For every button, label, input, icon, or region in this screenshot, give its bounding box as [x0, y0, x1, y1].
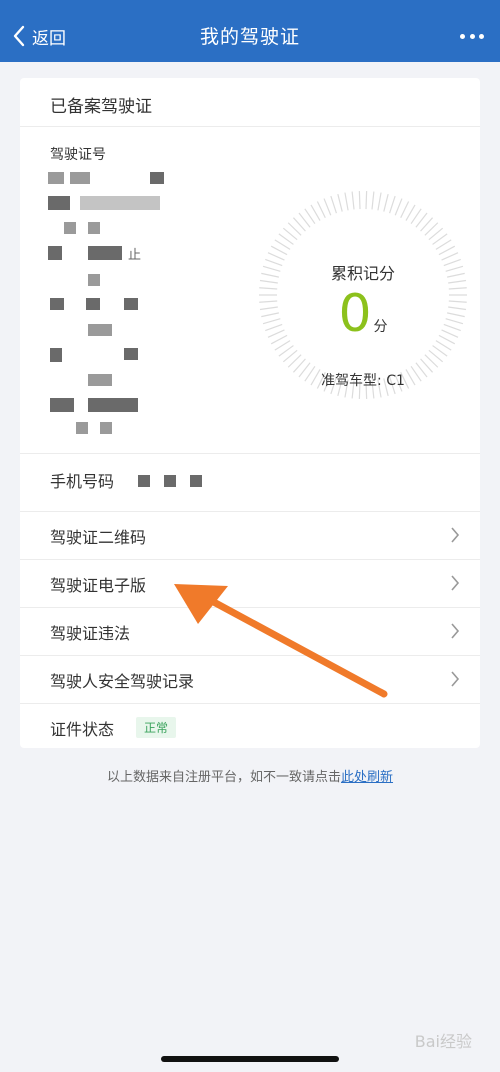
divider — [20, 126, 480, 127]
menu-item-label: 驾驶证二维码 — [50, 527, 147, 547]
annotation-arrow — [174, 584, 388, 698]
partial-text: 止 — [128, 248, 142, 263]
gauge-tick — [323, 198, 332, 216]
chevron-right-icon — [450, 623, 460, 639]
status-badge: 正常 — [136, 717, 177, 738]
gauge-tick — [310, 204, 321, 221]
status-row: 证件状态 正常 — [20, 704, 480, 751]
redacted-block — [138, 475, 150, 487]
redacted-block — [86, 298, 100, 310]
redacted-block — [48, 172, 64, 184]
redacted-block — [124, 298, 138, 310]
divider — [20, 453, 480, 454]
gauge-tick — [394, 198, 403, 216]
redacted-block — [50, 348, 62, 362]
gauge-tick — [274, 239, 291, 250]
gauge-tick — [267, 252, 285, 261]
gauge-tick — [400, 201, 410, 218]
redacted-block — [190, 475, 202, 487]
redacted-block — [124, 348, 138, 360]
gauge-tick — [344, 192, 349, 211]
gauge-tick — [358, 191, 361, 210]
home-indicator — [161, 1056, 339, 1062]
redacted-block — [80, 196, 160, 210]
more-button[interactable] — [460, 26, 484, 46]
redacted-block — [88, 398, 138, 412]
menu-item-qr-code[interactable]: 驾驶证二维码 — [20, 512, 480, 559]
score-unit: 分 — [373, 319, 388, 335]
redacted-block — [76, 422, 88, 434]
gauge-tick — [371, 191, 375, 210]
gauge-tick — [365, 191, 368, 210]
gauge-tick — [383, 193, 389, 212]
refresh-link[interactable]: 此处刷新 — [341, 770, 393, 785]
redacted-block — [88, 324, 112, 336]
redacted-block — [48, 246, 62, 260]
page-title: 我的驾驶证 — [199, 26, 300, 48]
chevron-right-icon — [450, 527, 460, 543]
watermark: Bai经验 — [414, 1032, 472, 1051]
footer-text: 以上数据来自注册平台，如不一致请点击 — [106, 770, 341, 785]
gauge-tick — [337, 193, 343, 212]
gauge-tick — [435, 239, 452, 250]
gauge-tick — [410, 208, 422, 225]
redacted-block — [50, 398, 74, 412]
gauge-tick — [405, 204, 416, 221]
license-number-label: 驾驶证号 — [50, 147, 106, 163]
redacted-block — [64, 222, 76, 234]
score-title: 累积记分 — [330, 264, 395, 283]
redacted-block — [100, 422, 112, 434]
gauge-tick — [304, 208, 316, 225]
redacted-block — [88, 274, 100, 286]
redacted-block — [150, 172, 164, 184]
vehicle-type: 准驾车型: C1 — [321, 373, 405, 389]
redacted-block — [88, 246, 122, 260]
redacted-block — [88, 222, 100, 234]
redacted-block — [48, 196, 70, 210]
gauge-tick — [351, 191, 355, 210]
menu-item-label: 驾驶证违法 — [50, 623, 131, 643]
footer-note: 以上数据来自注册平台，如不一致请点击此处刷新 — [0, 766, 500, 785]
section-title: 已备案驾驶证 — [50, 97, 152, 117]
redacted-block — [88, 374, 112, 386]
gauge-tick — [270, 245, 288, 256]
redacted-block — [164, 475, 176, 487]
score-value: 0 — [338, 284, 372, 344]
status-label: 证件状态 — [50, 719, 115, 739]
score-display: 0分 — [258, 284, 468, 344]
phone-row: 手机号码 — [20, 456, 480, 503]
gauge-tick — [377, 192, 382, 211]
redacted-block — [50, 298, 64, 310]
chevron-right-icon — [450, 671, 460, 687]
gauge-tick — [330, 195, 337, 214]
gauge-tick — [389, 195, 396, 214]
more-dots-icon — [460, 33, 465, 39]
gauge-tick — [441, 252, 459, 261]
gauge-tick — [316, 201, 326, 218]
chevron-right-icon — [450, 575, 460, 591]
phone-label: 手机号码 — [50, 471, 115, 491]
redacted-block — [70, 172, 90, 184]
nav-bar: 返回 我的驾驶证 — [0, 10, 500, 62]
gauge-tick — [438, 245, 456, 256]
menu-item-label: 驾驶证电子版 — [50, 575, 147, 595]
